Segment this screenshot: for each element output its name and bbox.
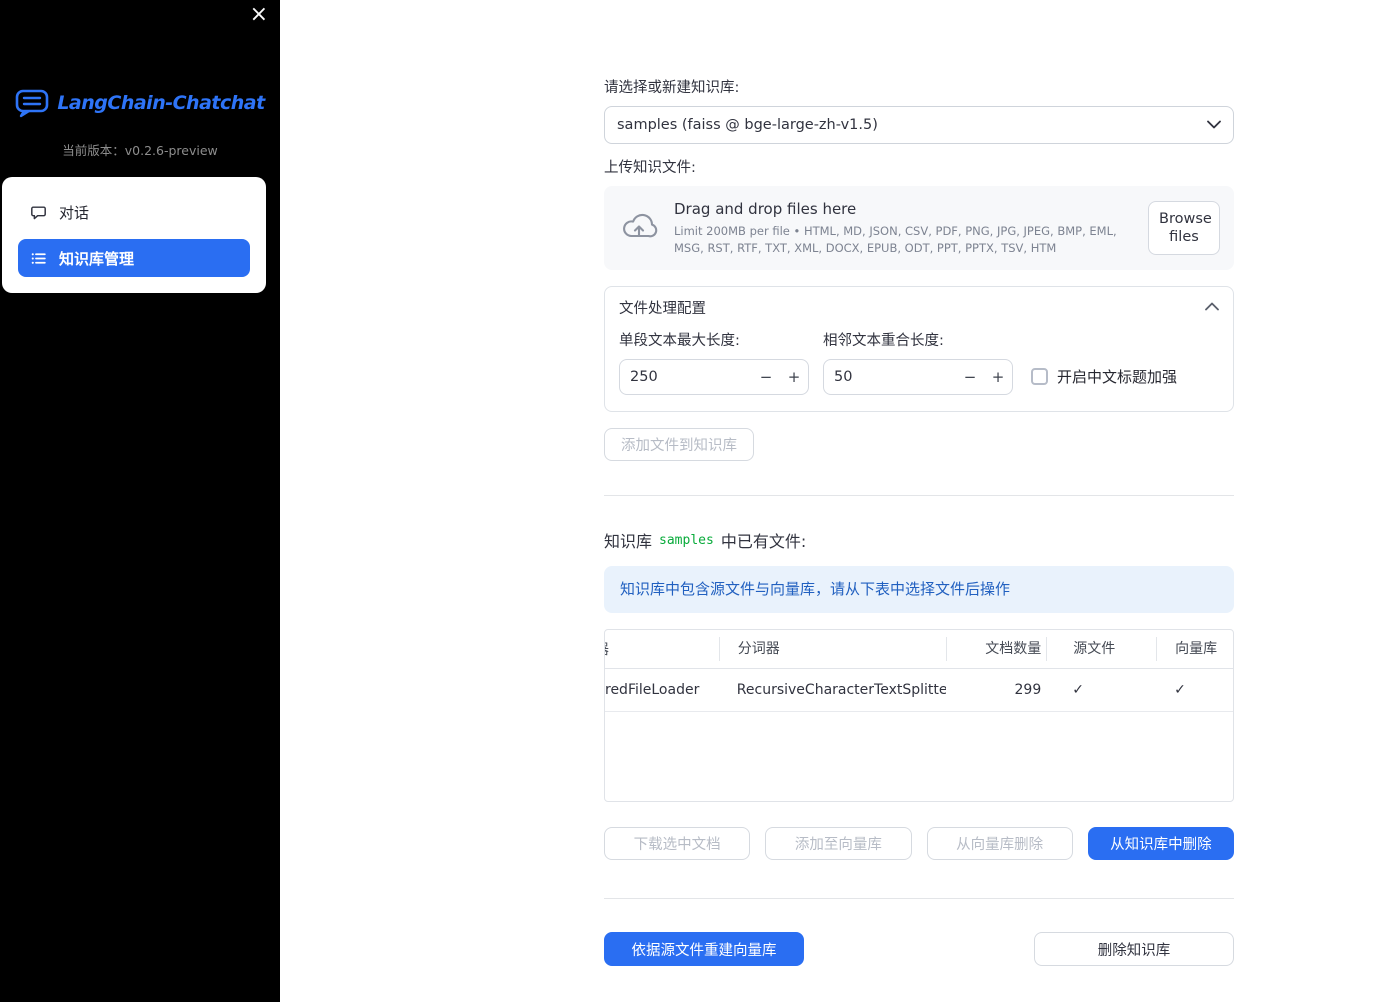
file-config-expander: 文件处理配置 单段文本最大长度: 250 − + 相邻文本重合长度: 50 − … [604,286,1234,412]
dropzone-limit-text: Limit 200MB per file • HTML, MD, JSON, C… [674,223,1117,255]
add-files-to-kb-button[interactable]: 添加文件到知识库 [604,428,754,461]
delete-from-vector-store-button[interactable]: 从向量库删除 [926,827,1073,860]
increment-button[interactable]: + [780,360,808,394]
cell-loader: redFileLoader [605,682,700,698]
info-banner: 知识库中包含源文件与向量库，请从下表中选择文件后操作 [604,566,1234,613]
file-dropzone[interactable]: Drag and drop files here Limit 200MB per… [604,186,1234,270]
upload-cloud-icon [620,211,658,245]
cell-vector-store-check: ✓ [1174,682,1186,698]
files-table: 器 分词器 文档数量 源文件 向量库 redFileLoader Recursi… [604,629,1234,802]
list-icon [30,250,47,267]
sidebar-item-label: 对话 [59,203,90,222]
chevron-up-icon [1205,299,1219,315]
max-length-input[interactable]: 250 − + [619,359,809,395]
sidebar-close-icon[interactable]: × [250,4,268,26]
decrement-button[interactable]: − [956,360,984,394]
upload-files-label: 上传知识文件: [604,160,696,176]
overlap-length-input[interactable]: 50 − + [823,359,1013,395]
logo-text: LangChain-Chatchat [57,92,265,114]
kb-select-value: samples (faiss @ bge-large-zh-v1.5) [617,117,878,133]
table-header-row: 器 分词器 文档数量 源文件 向量库 [605,630,1233,669]
table-empty-area [605,712,1233,801]
column-header-splitter: 分词器 [718,637,947,661]
app-logo: LangChain-Chatchat [0,88,280,118]
table-actions-row: 下载选中文档 添加至向量库 从向量库删除 从知识库中删除 [604,827,1234,860]
cell-doc-count: 299 [1014,682,1042,698]
cell-splitter: RecursiveCharacterTextSplitter [736,682,947,698]
divider [604,495,1234,496]
browse-files-button[interactable]: Browse files [1148,201,1220,255]
column-header-source-file: 源文件 [1046,637,1156,661]
sidebar-nav: 对话 知识库管理 [2,177,266,293]
download-selected-button[interactable]: 下载选中文档 [604,827,751,860]
table-row[interactable]: redFileLoader RecursiveCharacterTextSpli… [605,669,1233,712]
chinese-title-checkbox[interactable]: 开启中文标题加强 [1031,366,1177,387]
delete-from-kb-button[interactable]: 从知识库中删除 [1087,827,1234,860]
sidebar: × LangChain-Chatchat 当前版本：v0.2.6-preview [0,0,280,1002]
existing-files-prefix: 知识库 [604,532,653,551]
kb-select-label: 请选择或新建知识库: [604,80,740,96]
main-area: 请选择或新建知识库: samples (faiss @ bge-large-zh… [280,0,1380,1002]
max-length-label: 单段文本最大长度: [619,333,740,349]
decrement-button[interactable]: − [752,360,780,394]
kb-select[interactable]: samples (faiss @ bge-large-zh-v1.5) [604,106,1234,144]
expander-title: 文件处理配置 [619,300,706,317]
max-length-value: 250 [630,369,658,385]
sidebar-item-knowledge-base[interactable]: 知识库管理 [18,239,250,277]
rebuild-vector-store-button[interactable]: 依据源文件重建向量库 [604,932,804,966]
dropzone-title: Drag and drop files here [674,199,857,218]
checkbox-label: 开启中文标题加强 [1057,368,1178,386]
cell-source-file-check: ✓ [1072,682,1084,698]
increment-button[interactable]: + [984,360,1012,394]
column-header-doc-count: 文档数量 [946,637,1046,661]
chat-bubble-icon [30,204,47,221]
divider [604,898,1234,899]
existing-files-suffix: 中已有文件: [720,532,807,551]
version-label: 当前版本：v0.2.6-preview [62,143,218,158]
overlap-length-label: 相邻文本重合长度: [823,333,944,349]
sidebar-item-dialogue[interactable]: 对话 [18,193,250,231]
checkbox-box[interactable] [1031,368,1048,385]
column-header-vector-store: 向量库 [1156,637,1233,661]
add-to-vector-store-button[interactable]: 添加至向量库 [765,827,912,860]
sidebar-item-label: 知识库管理 [59,249,135,268]
overlap-length-value: 50 [834,369,853,385]
kb-management-actions: 依据源文件重建向量库 删除知识库 [604,932,1234,1002]
app-window: × LangChain-Chatchat 当前版本：v0.2.6-preview [0,0,1380,1002]
existing-files-heading: 知识库 samples 中已有文件: [604,528,1234,552]
column-header-loader: 器 [605,639,719,659]
expander-header[interactable]: 文件处理配置 [605,287,1233,327]
logo-chat-icon [15,88,49,118]
kb-name-code: samples [659,532,714,548]
delete-kb-button[interactable]: 删除知识库 [1034,932,1234,966]
chevron-down-icon [1207,117,1221,133]
